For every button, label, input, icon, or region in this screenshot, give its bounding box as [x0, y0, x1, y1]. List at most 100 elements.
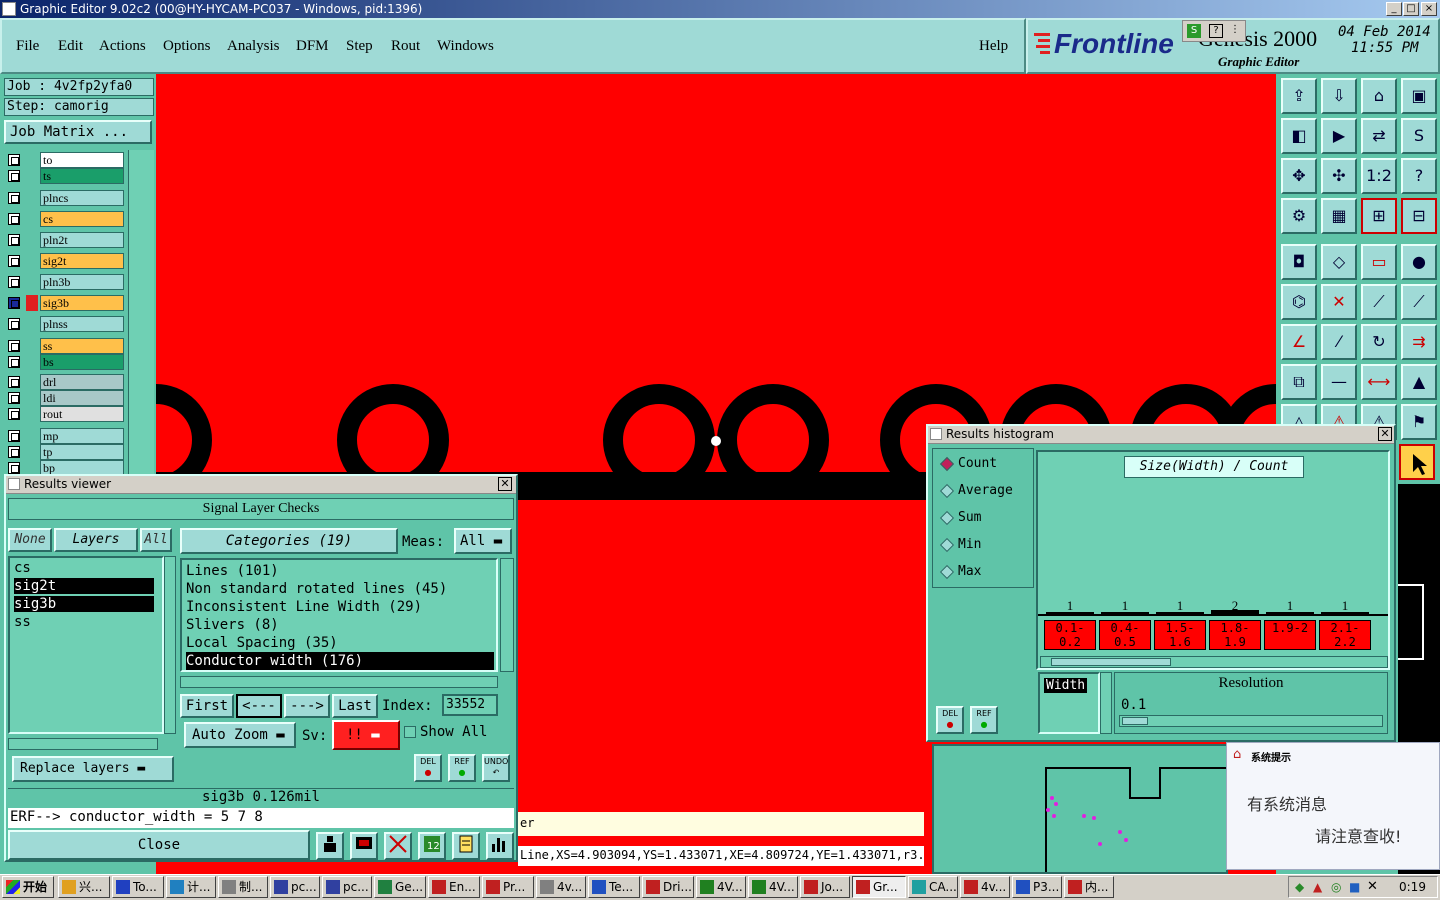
layer-checkbox[interactable]	[8, 170, 20, 182]
taskbar-item[interactable]: Pr...	[482, 876, 534, 898]
replace-layers-menu[interactable]: Replace layers ▬	[12, 756, 174, 782]
snap-tool-button[interactable]: ⊞	[1361, 198, 1397, 234]
layer-row-tp[interactable]: tp	[6, 444, 124, 460]
tray-icon[interactable]: ◎	[1331, 880, 1341, 894]
layer-name[interactable]: mp	[40, 428, 124, 444]
layer-checkbox[interactable]	[8, 213, 20, 225]
bin-label[interactable]: 1.5-1.6	[1154, 620, 1206, 650]
angle-tool-button[interactable]: ∠	[1281, 324, 1317, 360]
menu-file[interactable]: File	[16, 38, 39, 55]
taskbar-item[interactable]: Dri...	[642, 876, 694, 898]
layer-row-drl[interactable]: drl	[6, 374, 124, 390]
del-button[interactable]: DEL ●	[414, 754, 442, 782]
move-right-tool-button[interactable]: ▶	[1321, 118, 1357, 154]
layer-row-rout[interactable]: rout	[6, 406, 124, 422]
taskbar-item[interactable]: 计...	[166, 876, 216, 898]
histogram-bar[interactable]	[1101, 612, 1149, 614]
results-viewer-close-icon[interactable]: ✕	[498, 477, 512, 491]
layer-row-sig3b[interactable]: sig3b	[6, 295, 124, 311]
center-tool-button[interactable]: ✣	[1321, 158, 1357, 194]
taskbar-item[interactable]: pc...	[270, 876, 320, 898]
undo-button[interactable]: UNDO ↶	[482, 754, 510, 782]
width-item[interactable]: Width	[1044, 678, 1088, 693]
layer-row-cs[interactable]: cs	[6, 211, 124, 227]
layer-checkbox[interactable]	[8, 318, 20, 330]
taskbar-item[interactable]: To...	[112, 876, 164, 898]
auto-zoom-menu[interactable]: Auto Zoom ▬	[184, 722, 296, 748]
resolution-slider-thumb[interactable]	[1122, 717, 1148, 725]
mirror-tool-button[interactable]: ⇄	[1361, 118, 1397, 154]
layer-checkbox[interactable]	[8, 430, 20, 442]
taskbar-item[interactable]: Ge...	[374, 876, 426, 898]
bin-label[interactable]: 1.9-2	[1264, 620, 1316, 650]
layer-checkbox[interactable]	[8, 462, 20, 474]
group-tool-button[interactable]: ⧉	[1281, 364, 1317, 400]
notice-hint[interactable]: 请注意查收!	[1315, 823, 1401, 847]
layer-checkbox[interactable]	[8, 446, 20, 458]
taskbar-item[interactable]: Te...	[588, 876, 640, 898]
screen-icon[interactable]	[350, 832, 378, 860]
index-input[interactable]: 33552	[442, 694, 498, 716]
close-button[interactable]: Close	[8, 830, 310, 860]
histogram-bar[interactable]	[1321, 612, 1369, 614]
categories-list[interactable]: Lines (101) Non standard rotated lines (4…	[180, 558, 498, 672]
tray-icon[interactable]: ◆	[1295, 880, 1304, 894]
dropdown-small-icon[interactable]: ⋮	[1229, 24, 1241, 38]
layer-result-item-selected[interactable]: sig3b	[14, 596, 154, 612]
layer-checkbox[interactable]	[8, 234, 20, 246]
histogram-bar[interactable]	[1266, 612, 1314, 614]
none-button[interactable]: None	[8, 528, 52, 552]
close-window-button[interactable]: ×	[1421, 2, 1437, 16]
help-small-icon[interactable]: ?	[1209, 24, 1223, 38]
layers-button[interactable]: Layers	[54, 528, 138, 552]
layer-name[interactable]: tp	[40, 444, 124, 460]
histogram-hscroll[interactable]	[1040, 656, 1388, 668]
select-shape-tool-button[interactable]: ◇	[1321, 244, 1357, 280]
show-all-checkbox[interactable]	[404, 726, 416, 738]
start-button[interactable]: 开始	[2, 876, 54, 898]
snap-alt-tool-button[interactable]: ⊟	[1401, 198, 1437, 234]
histogram-bar[interactable]	[1046, 612, 1094, 614]
layer-checkbox[interactable]	[8, 408, 20, 420]
menu-windows[interactable]: Windows	[437, 38, 494, 55]
flag-tool-button[interactable]: ⚑	[1401, 404, 1437, 440]
layer-row-bs[interactable]: bs	[6, 354, 124, 370]
meas-select[interactable]: All ▬	[454, 528, 512, 554]
layer-name[interactable]: ldi	[40, 390, 124, 406]
menu-rout[interactable]: Rout	[391, 38, 420, 55]
first-button[interactable]: First	[180, 694, 234, 718]
ratio-tool-button[interactable]: 1:2	[1361, 158, 1397, 194]
pad-tool-button[interactable]: ◘	[1281, 244, 1317, 280]
layer-name[interactable]: plnss	[40, 316, 124, 332]
polygon-tool-button[interactable]: ▲	[1401, 364, 1437, 400]
tray-icon[interactable]: ▲	[1313, 880, 1322, 894]
job-matrix-button[interactable]: Job Matrix ...	[4, 120, 152, 144]
categories-button[interactable]: Categories (19)	[180, 528, 398, 554]
category-item[interactable]: Slivers (8)	[186, 616, 279, 634]
taskbar-item[interactable]: Jo...	[800, 876, 850, 898]
menu-help[interactable]: Help	[979, 38, 1008, 55]
bin-label[interactable]: 2.1-2.2	[1319, 620, 1371, 650]
menu-options[interactable]: Options	[163, 38, 211, 55]
taskbar-item[interactable]: 4V...	[696, 876, 746, 898]
notice-message[interactable]: 有系统消息	[1247, 791, 1327, 815]
layer-result-item[interactable]: cs	[14, 560, 31, 576]
layer-list-vscroll[interactable]	[164, 556, 176, 734]
home-tool-button[interactable]: ⌂	[1361, 78, 1397, 114]
grid-tool-button[interactable]: ▦	[1321, 198, 1357, 234]
layer-checkbox[interactable]	[8, 192, 20, 204]
taskbar-item[interactable]: Gr...	[852, 876, 906, 898]
taskbar-item[interactable]: 制...	[218, 876, 268, 898]
fit-tool-button[interactable]: ✥	[1281, 158, 1317, 194]
layer-row-ts[interactable]: ts	[6, 168, 124, 184]
help-tool-button[interactable]: ?	[1401, 158, 1437, 194]
layer-checkbox[interactable]	[8, 255, 20, 267]
layer-result-item-selected[interactable]: sig2t	[14, 578, 154, 594]
taskbar-item[interactable]: 4v...	[536, 876, 586, 898]
layer-checkbox[interactable]	[8, 340, 20, 352]
minimize-button[interactable]: _	[1386, 2, 1402, 16]
histogram-del-button[interactable]: DEL ●	[936, 706, 964, 734]
bin-label[interactable]: 1.8-1.9	[1209, 620, 1261, 650]
taskbar-item[interactable]: pc...	[322, 876, 372, 898]
taskbar-item[interactable]: 内...	[1064, 876, 1114, 898]
